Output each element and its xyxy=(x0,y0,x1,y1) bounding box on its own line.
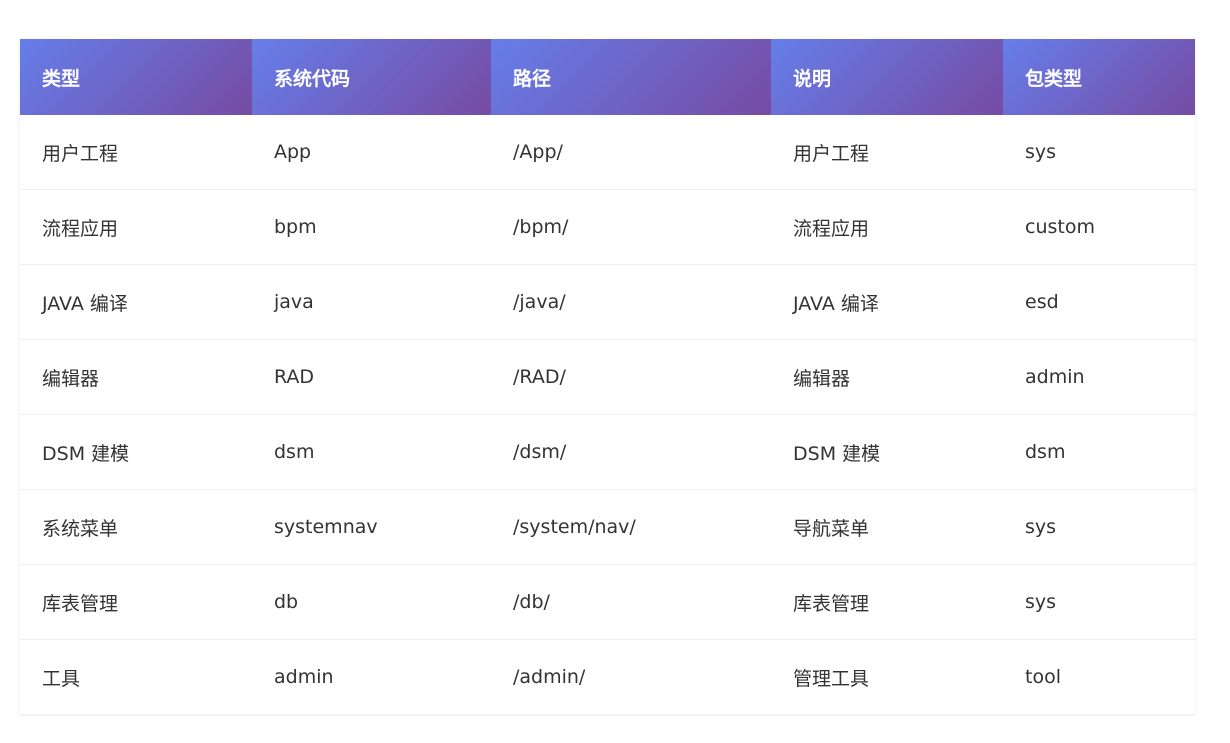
cell-package-type: sys xyxy=(1003,564,1195,640)
cell-path: /java/ xyxy=(491,264,771,340)
cell-path: /dsm/ xyxy=(491,414,771,490)
table-row: 工具 admin /admin/ 管理工具 tool xyxy=(20,639,1195,714)
cell-description: 编辑器 xyxy=(771,339,1003,415)
cell-description: DSM 建模 xyxy=(771,414,1003,490)
table-row: 编辑器 RAD /RAD/ 编辑器 admin xyxy=(20,339,1195,415)
cell-path: /RAD/ xyxy=(491,339,771,415)
cell-type: 用户工程 xyxy=(20,115,252,190)
cell-description: 导航菜单 xyxy=(771,489,1003,565)
header-row: 类型 系统代码 路径 说明 包类型 xyxy=(20,39,1195,115)
cell-type: 库表管理 xyxy=(20,564,252,640)
table-body: 用户工程 App /App/ 用户工程 sys 流程应用 bpm /bpm/ 流… xyxy=(20,115,1195,714)
cell-system-code: RAD xyxy=(252,339,491,415)
system-table-container: 类型 系统代码 路径 说明 包类型 用户工程 App /App/ 用户工程 sy… xyxy=(20,39,1195,714)
cell-description: 管理工具 xyxy=(771,639,1003,714)
cell-type: JAVA 编译 xyxy=(20,264,252,340)
cell-package-type: esd xyxy=(1003,264,1195,340)
cell-type: DSM 建模 xyxy=(20,414,252,490)
table-row: 库表管理 db /db/ 库表管理 sys xyxy=(20,564,1195,640)
cell-package-type: sys xyxy=(1003,115,1195,190)
cell-system-code: systemnav xyxy=(252,489,491,565)
cell-system-code: dsm xyxy=(252,414,491,490)
cell-path: /admin/ xyxy=(491,639,771,714)
cell-package-type: sys xyxy=(1003,489,1195,565)
column-header-type: 类型 xyxy=(20,39,252,115)
table-row: 流程应用 bpm /bpm/ 流程应用 custom xyxy=(20,189,1195,265)
cell-type: 系统菜单 xyxy=(20,489,252,565)
column-header-system-code: 系统代码 xyxy=(252,39,491,115)
cell-description: 用户工程 xyxy=(771,115,1003,190)
cell-system-code: bpm xyxy=(252,189,491,265)
cell-package-type: admin xyxy=(1003,339,1195,415)
cell-system-code: App xyxy=(252,115,491,190)
cell-type: 编辑器 xyxy=(20,339,252,415)
column-header-path: 路径 xyxy=(491,39,771,115)
cell-description: 库表管理 xyxy=(771,564,1003,640)
cell-path: /db/ xyxy=(491,564,771,640)
column-header-package-type: 包类型 xyxy=(1003,39,1195,115)
system-table: 类型 系统代码 路径 说明 包类型 用户工程 App /App/ 用户工程 sy… xyxy=(20,39,1195,714)
cell-package-type: dsm xyxy=(1003,414,1195,490)
table-row: JAVA 编译 java /java/ JAVA 编译 esd xyxy=(20,264,1195,340)
cell-description: JAVA 编译 xyxy=(771,264,1003,340)
cell-type: 流程应用 xyxy=(20,189,252,265)
table-row: 用户工程 App /App/ 用户工程 sys xyxy=(20,115,1195,190)
cell-type: 工具 xyxy=(20,639,252,714)
cell-package-type: tool xyxy=(1003,639,1195,714)
column-header-description: 说明 xyxy=(771,39,1003,115)
cell-path: /bpm/ xyxy=(491,189,771,265)
cell-path: /system/nav/ xyxy=(491,489,771,565)
cell-system-code: db xyxy=(252,564,491,640)
table-header: 类型 系统代码 路径 说明 包类型 xyxy=(20,39,1195,115)
cell-system-code: admin xyxy=(252,639,491,714)
cell-path: /App/ xyxy=(491,115,771,190)
cell-package-type: custom xyxy=(1003,189,1195,265)
cell-system-code: java xyxy=(252,264,491,340)
cell-description: 流程应用 xyxy=(771,189,1003,265)
table-row: DSM 建模 dsm /dsm/ DSM 建模 dsm xyxy=(20,414,1195,490)
table-row: 系统菜单 systemnav /system/nav/ 导航菜单 sys xyxy=(20,489,1195,565)
